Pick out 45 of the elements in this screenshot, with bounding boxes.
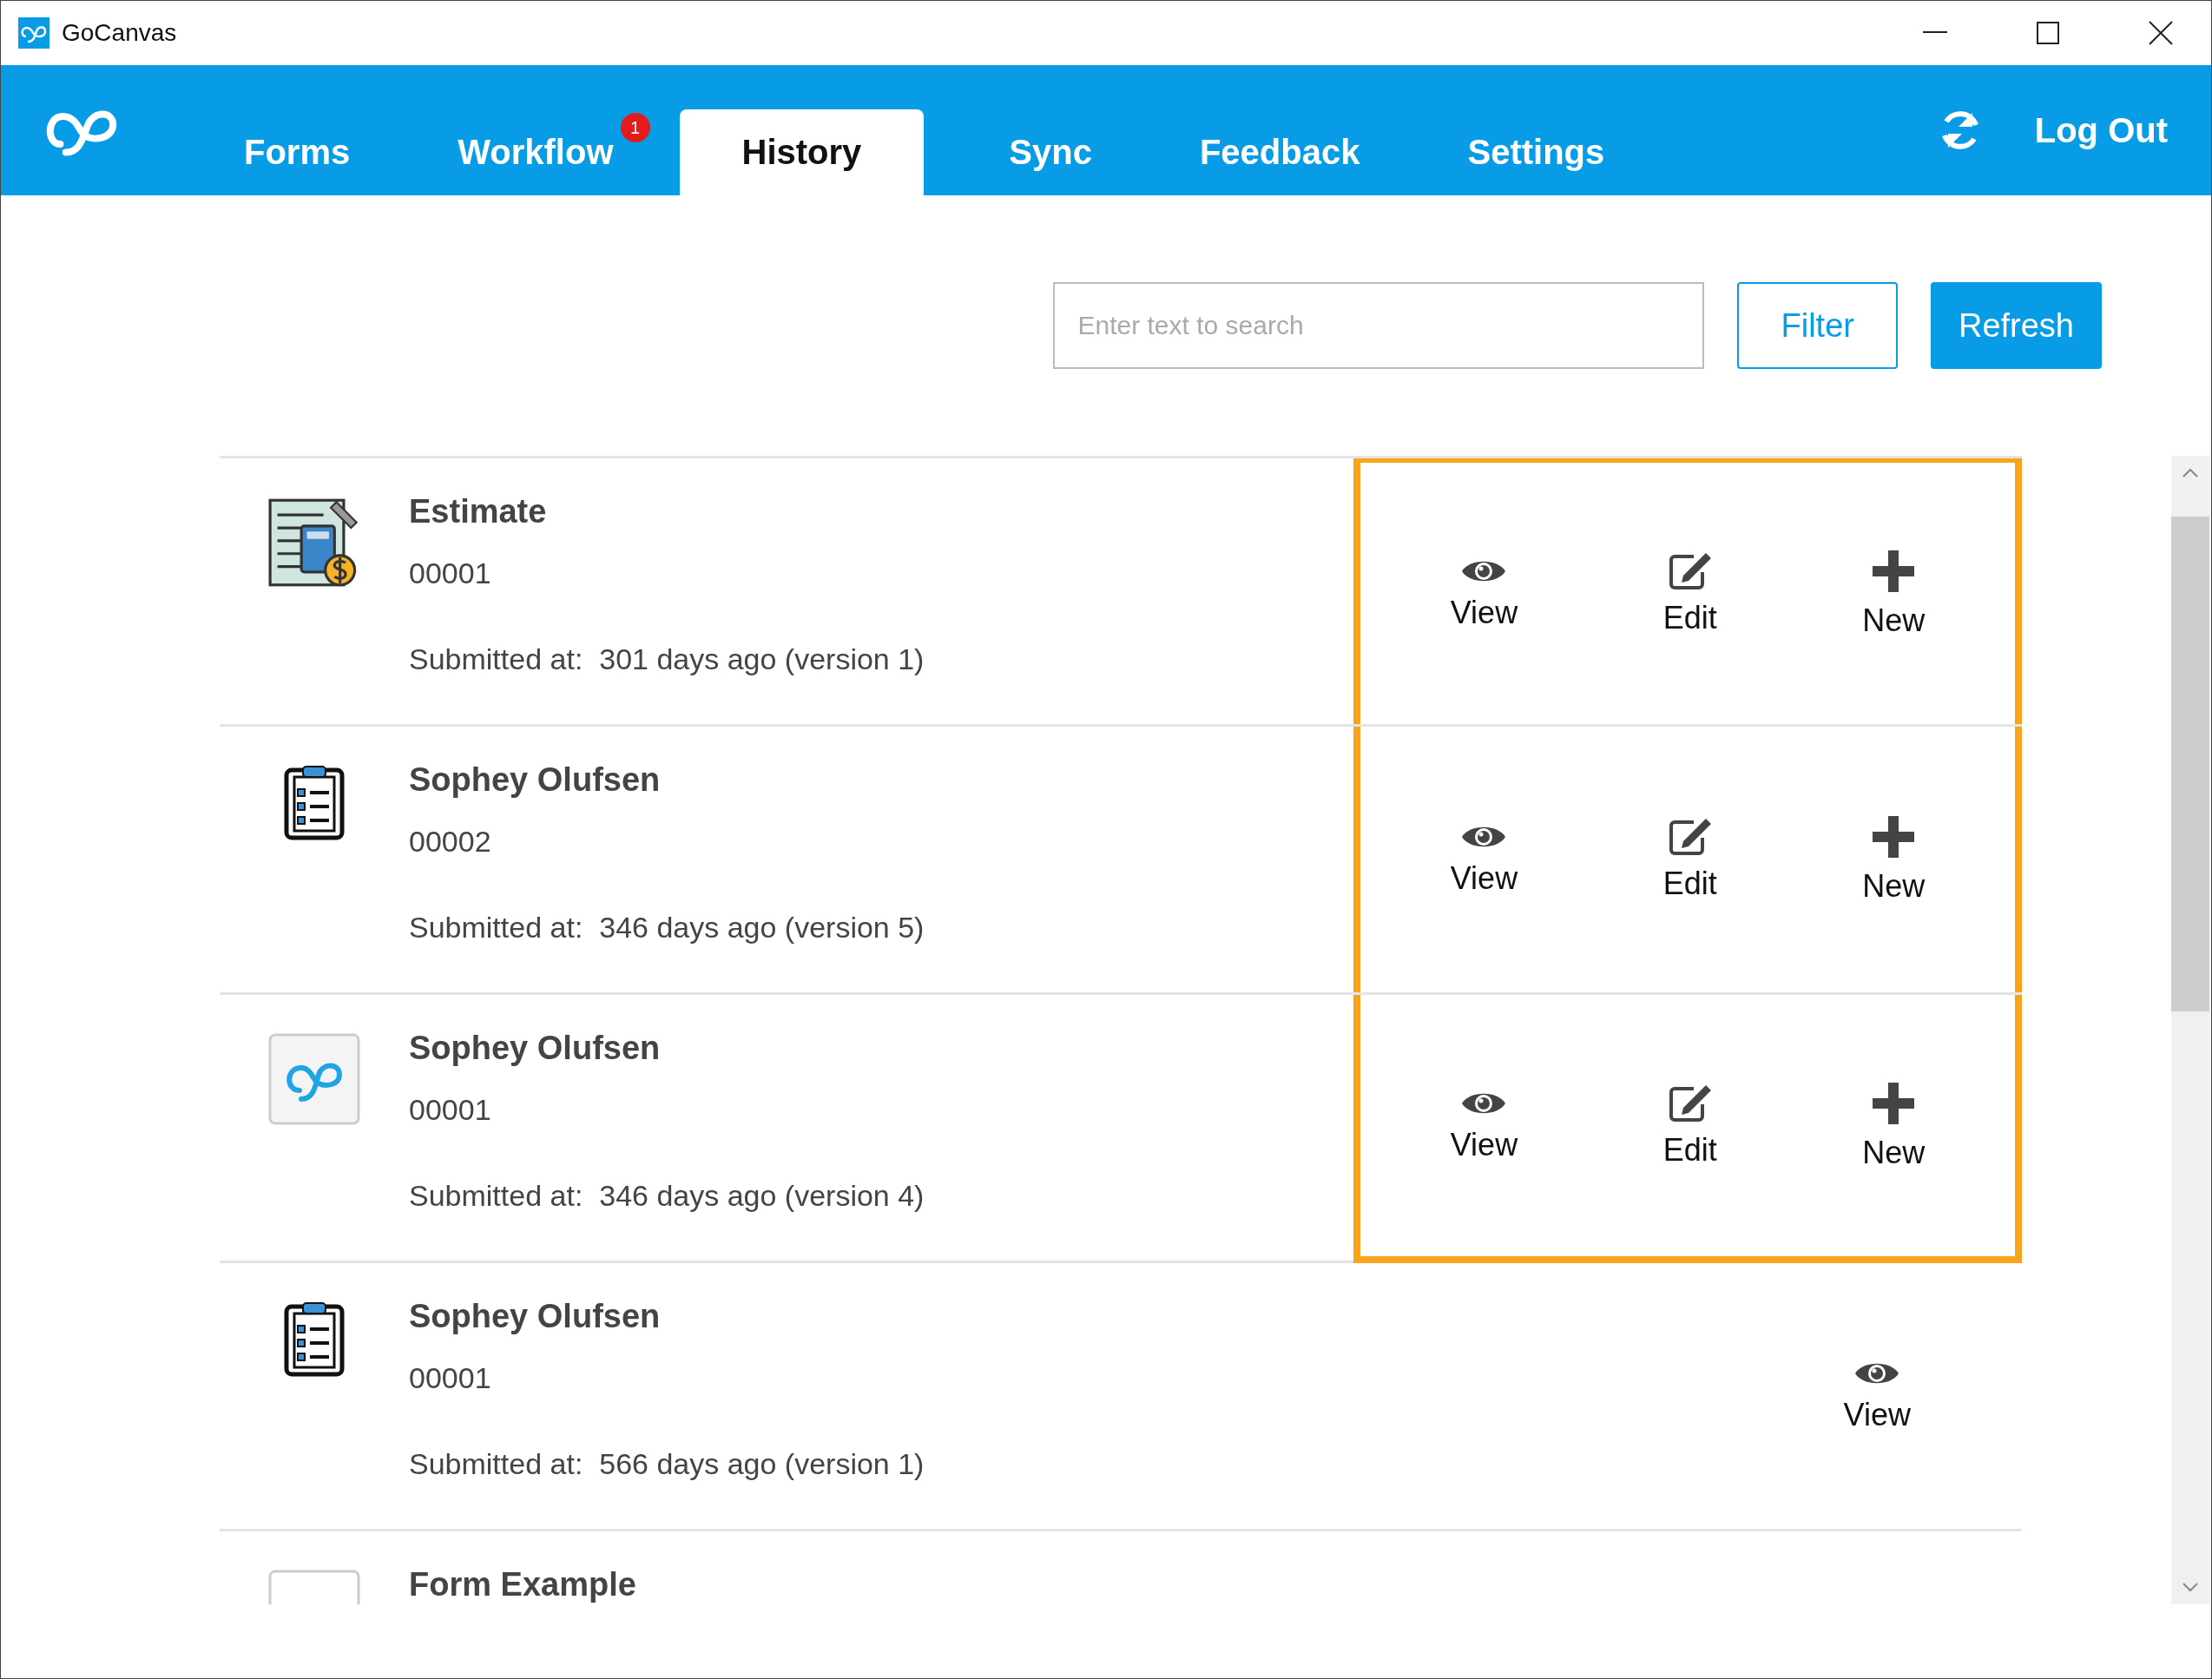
logo-tile-icon xyxy=(268,1033,360,1125)
new-button[interactable]: New xyxy=(1862,1080,1926,1171)
minimize-icon xyxy=(1923,31,1947,35)
maximize-icon xyxy=(2037,22,2059,44)
edit-icon xyxy=(1667,1083,1713,1123)
view-button[interactable]: View xyxy=(1450,556,1518,631)
plus-icon xyxy=(1871,1080,1917,1126)
form-title: Sophey Olufsen xyxy=(409,761,662,799)
view-button[interactable]: View xyxy=(1450,1088,1518,1163)
scrollbar[interactable] xyxy=(2171,456,2209,1604)
form-title: Form Example xyxy=(409,1566,637,1603)
submitted-text: Submitted at: 346 days ago (version 5) xyxy=(409,911,925,945)
view-button[interactable]: View xyxy=(1843,1359,1911,1433)
submission-number: 00001 xyxy=(409,1093,492,1127)
new-button[interactable]: New xyxy=(1862,548,1926,639)
nav-tab[interactable]: Workflow 1 xyxy=(416,109,655,195)
view-button[interactable]: View xyxy=(1450,822,1518,897)
clipboard-icon xyxy=(284,765,345,841)
scroll-up-icon[interactable] xyxy=(2182,468,2199,478)
submitted-text: Submitted at: 301 days ago (version 1) xyxy=(409,642,925,676)
scroll-down-icon[interactable] xyxy=(2182,1582,2199,1592)
app-icon xyxy=(18,17,49,49)
edit-button[interactable]: Edit xyxy=(1662,550,1717,636)
search-field[interactable]: Enter text to search xyxy=(1053,282,1705,369)
form-title: Sophey Olufsen xyxy=(409,1030,662,1067)
new-button[interactable]: New xyxy=(1862,814,1926,905)
form-title: Estimate xyxy=(409,493,548,530)
submitted-text: Submitted at: 566 days ago (version 1) xyxy=(409,1447,925,1481)
clipboard-icon xyxy=(284,1301,345,1378)
edit-icon xyxy=(1667,550,1713,591)
submission-number: 00001 xyxy=(409,1361,492,1395)
plus-icon xyxy=(1871,548,1917,594)
form-title: Sophey Olufsen xyxy=(409,1298,662,1335)
submission-number: 00002 xyxy=(409,825,492,859)
submission-number: 00001 xyxy=(409,556,492,590)
nav-tab[interactable]: History xyxy=(679,109,925,195)
edit-button[interactable]: Edit xyxy=(1662,817,1717,902)
edit-icon xyxy=(1667,817,1713,857)
edit-button[interactable]: Edit xyxy=(1662,1083,1717,1169)
window-title: GoCanvas xyxy=(62,19,178,47)
notification-badge: 1 xyxy=(620,113,650,142)
submitted-text: Submitted at: 346 days ago (version 4) xyxy=(409,1179,925,1213)
close-icon xyxy=(2149,21,2173,45)
calculator-document-icon xyxy=(268,497,360,589)
plus-icon xyxy=(1871,814,1917,859)
